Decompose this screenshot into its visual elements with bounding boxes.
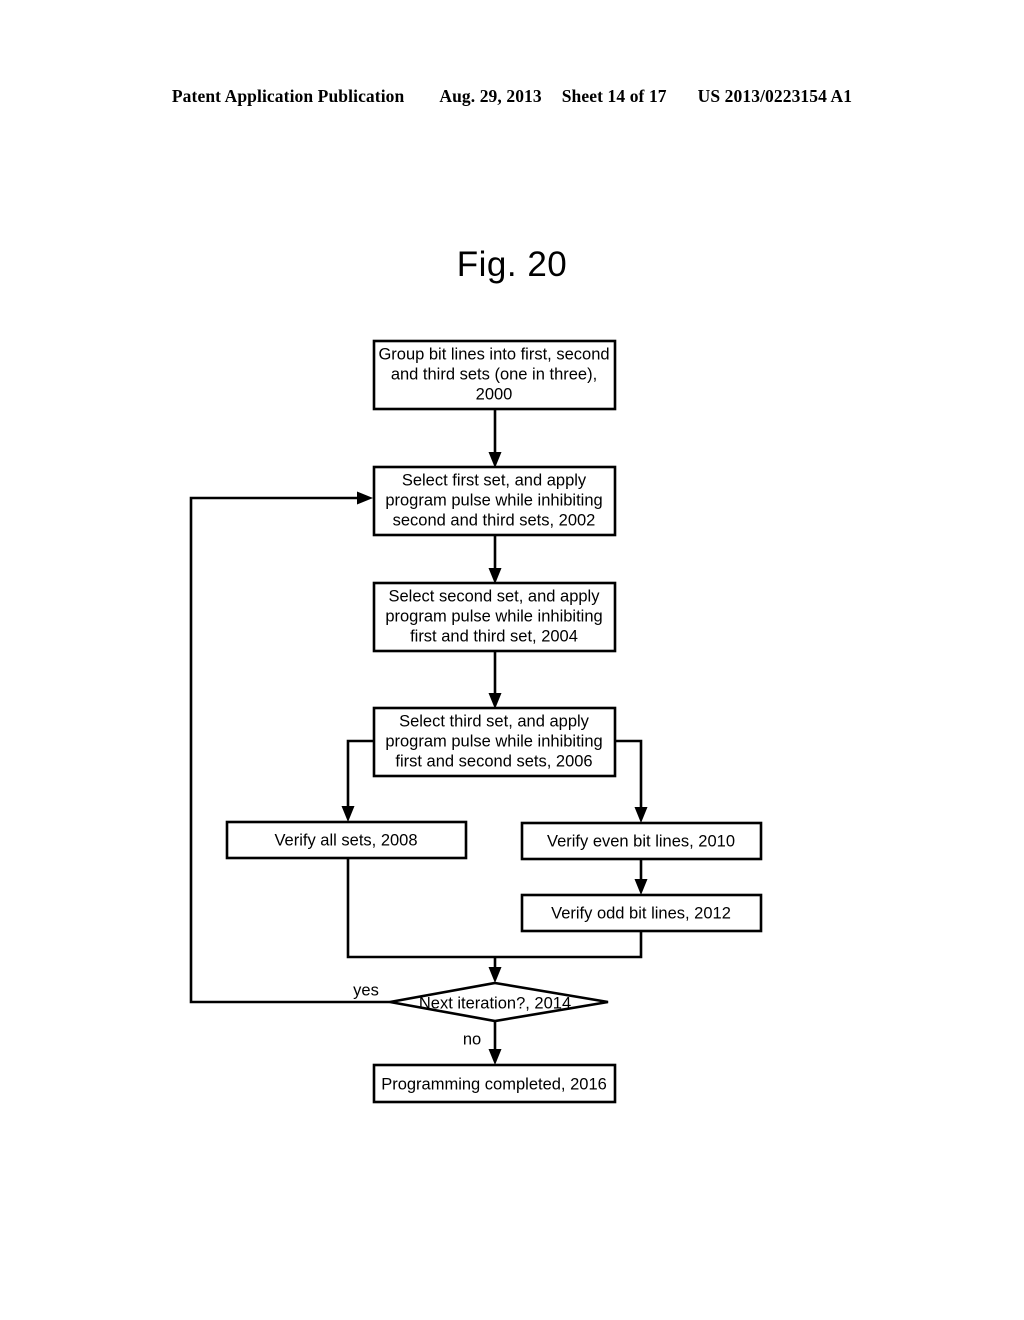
edge-label-no: no <box>463 1030 481 1048</box>
node-2006-line1: Select third set, and apply <box>399 712 590 730</box>
connector-2012-to-2014 <box>488 930 643 983</box>
flowchart-diagram: Group bit lines into first, second and t… <box>189 339 763 1104</box>
node-2004-line3: first and third set, 2004 <box>410 627 578 645</box>
node-2012-label: Verify odd bit lines, 2012 <box>551 904 731 922</box>
connector-2002-to-2004 <box>488 535 502 584</box>
connector-2014-yes-to-2002 <box>189 491 390 1004</box>
node-2002-line3: second and third sets, 2002 <box>393 511 596 529</box>
node-2000-line3: 2000 <box>476 385 513 403</box>
connector-2014-no-to-2016 <box>488 1021 502 1065</box>
node-2002-line2: program pulse while inhibiting <box>385 491 602 509</box>
node-2016-label: Programming completed, 2016 <box>381 1075 607 1093</box>
connector-2010-to-2012 <box>634 858 648 895</box>
patent-page: Patent Application Publication Aug. 29, … <box>0 0 1024 1320</box>
flow-node-2008[interactable]: Verify all sets, 2008 <box>225 820 468 860</box>
node-2004-line2: program pulse while inhibiting <box>385 607 602 625</box>
flow-node-2016[interactable]: Programming completed, 2016 <box>372 1063 617 1104</box>
flow-node-2014[interactable]: Next iteration?, 2014 <box>389 981 609 1023</box>
flow-node-2006[interactable]: Select third set, and apply program puls… <box>372 706 617 778</box>
node-2000-line2: and third sets (one in three), <box>391 365 597 383</box>
flow-node-2012[interactable]: Verify odd bit lines, 2012 <box>520 893 763 933</box>
connector-2008-to-2014 <box>346 858 495 959</box>
node-2000-line1: Group bit lines into first, second <box>378 345 609 363</box>
node-2006-line2: program pulse while inhibiting <box>385 732 602 750</box>
flow-node-2000[interactable]: Group bit lines into first, second and t… <box>372 339 617 411</box>
node-2006-line3: first and second sets, 2006 <box>395 752 592 770</box>
connector-2006-to-2008 <box>341 739 374 822</box>
edge-label-yes: yes <box>353 981 379 999</box>
node-2014-label: Next iteration?, 2014 <box>419 994 571 1012</box>
node-2004-line1: Select second set, and apply <box>389 587 601 605</box>
flow-node-2004[interactable]: Select second set, and apply program pul… <box>372 581 617 653</box>
node-2010-label: Verify even bit lines, 2010 <box>547 832 735 850</box>
connector-2004-to-2006 <box>488 651 502 709</box>
connector-2006-to-2010 <box>615 739 648 823</box>
flow-node-2002[interactable]: Select first set, and apply program puls… <box>372 465 617 537</box>
node-2002-line1: Select first set, and apply <box>402 471 587 489</box>
flow-node-2010[interactable]: Verify even bit lines, 2010 <box>520 821 763 861</box>
connector-2000-to-2002 <box>488 409 502 468</box>
node-2008-label: Verify all sets, 2008 <box>274 831 417 849</box>
